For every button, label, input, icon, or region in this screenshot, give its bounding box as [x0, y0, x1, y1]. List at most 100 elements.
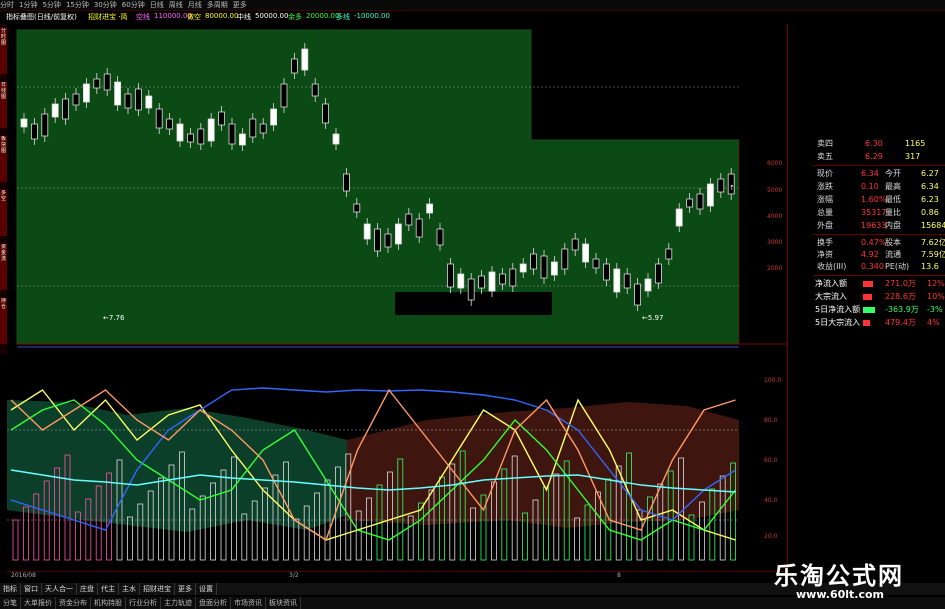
candle-body	[405, 213, 413, 226]
candle-body	[166, 118, 174, 130]
indicator-tab[interactable]: 更多	[175, 583, 196, 595]
info-nav-tab[interactable]: 行业分析	[126, 597, 161, 609]
quote-panel: 卖四 6.30 1165 卖五 6.29 317 现价 6.34 今开 6.27 涨跌 0…	[813, 138, 945, 338]
candle-body	[311, 83, 319, 97]
candle-body	[51, 103, 59, 118]
info-nav-tab[interactable]: 市场资讯	[231, 597, 266, 609]
period-tab[interactable]: 1分钟	[19, 0, 37, 10]
candle-body	[249, 118, 257, 138]
mid-line-label: 中线	[237, 13, 251, 21]
candle-body	[530, 253, 537, 270]
period-tab[interactable]: 更多	[233, 0, 247, 10]
info-nav-tab[interactable]: 盘面分析	[196, 597, 231, 609]
info-nav-tab[interactable]: 大单报价	[21, 597, 56, 609]
rest-line-value: 20000.00	[306, 12, 340, 20]
ind-tick-0: 100.0	[764, 377, 781, 384]
short-line-label: 空线	[136, 13, 150, 21]
left-tab[interactable]: 日线图	[0, 82, 7, 128]
indicator-tab[interactable]: 主水	[119, 583, 140, 595]
watermark-url: www.60lt.com	[796, 588, 885, 601]
info-nav-tab[interactable]: 资金分布	[56, 597, 91, 609]
quote-l2: PE(动)	[885, 262, 910, 271]
quote-v2: 13.6	[921, 262, 939, 271]
quote-v2: 15684	[921, 221, 945, 230]
zero-line-value: 80000.00	[205, 12, 239, 20]
left-tab-strip: 分时图日线图板块图多空资金流持仓	[0, 24, 7, 354]
candle-body	[83, 83, 90, 103]
ask4-vol: 1165	[905, 139, 926, 148]
left-tab[interactable]: 资金流	[0, 244, 7, 290]
info-nav-tab[interactable]: 分笔	[0, 597, 21, 609]
flow-value: 479.4万	[885, 318, 916, 327]
quote-l1: 总量	[817, 208, 833, 217]
quote-l1: 净资	[817, 250, 833, 259]
quote-v1: 0.10	[861, 182, 879, 191]
candle-body	[623, 273, 631, 289]
indicator-tab[interactable]: 窗口	[21, 583, 42, 595]
info-nav-tab[interactable]: 板块资讯	[266, 597, 301, 609]
ask5-price: 6.29	[865, 152, 883, 161]
indicator-tab[interactable]: 天人合一	[42, 583, 77, 595]
candle-body	[603, 263, 610, 281]
candle-body	[384, 233, 392, 248]
quote-l1: 外盘	[817, 221, 833, 230]
left-tab[interactable]: 板块图	[0, 136, 7, 182]
indicator-tab[interactable]: 指标	[0, 583, 21, 595]
candle-body	[509, 268, 517, 287]
indicator-tab[interactable]: 设置	[196, 583, 217, 595]
indicator-panel[interactable]: 100.0 80.0 60.0 40.0 20.0	[7, 360, 787, 570]
period-tab[interactable]: 日线	[150, 0, 164, 10]
left-tab[interactable]: 分时图	[0, 28, 7, 74]
time-tick-0: 2016/08	[11, 572, 36, 579]
candle-body	[176, 123, 184, 142]
candle-body	[634, 283, 641, 306]
indicator-tab[interactable]: 招财进宝	[140, 583, 175, 595]
candle-body	[613, 268, 621, 293]
quote-row: 换手 0.47% 股本 7.62亿	[813, 237, 945, 249]
info-nav-tab[interactable]: 机构持股	[91, 597, 126, 609]
period-tab[interactable]: 15分钟	[66, 0, 89, 10]
candle-body	[582, 243, 589, 263]
left-tab[interactable]: 多空	[0, 190, 7, 236]
zero-line-label: 做空	[187, 13, 201, 21]
period-tab[interactable]: 月线	[188, 0, 202, 10]
candle-body	[498, 273, 506, 285]
left-tab[interactable]: 持仓	[0, 298, 7, 344]
flow-row: 大宗流入 228.6万 10%	[813, 291, 945, 303]
candle-body	[675, 208, 683, 227]
candle-body	[644, 278, 652, 292]
flow-bar	[863, 320, 870, 326]
flow-row: 5日净流入额 -363.9万 -3%	[813, 304, 945, 316]
period-tab[interactable]: 30分钟	[94, 0, 117, 10]
ask5-vol: 317	[905, 152, 921, 161]
candle-body	[155, 108, 163, 129]
indicator-tab[interactable]: 庄盘	[77, 583, 98, 595]
rest-line-label: 余多	[288, 13, 302, 21]
quote-v1: 0.47%	[861, 238, 887, 247]
flow-pct: 12%	[927, 279, 945, 288]
period-tab[interactable]: 60分钟	[122, 0, 145, 10]
time-tick-1: 3/2	[289, 572, 299, 579]
period-tab[interactable]: 5分钟	[42, 0, 60, 10]
candle-body	[415, 218, 423, 238]
info-nav-tab[interactable]: 主力轨迹	[161, 597, 196, 609]
price-tick-1: 5000	[767, 187, 782, 194]
flow-row: 净流入额 271.0万 12%	[813, 278, 945, 290]
candlestick-chart[interactable]: ←7.76 ←5.97 ↑ 6000 5000 4000 3000 2000	[7, 24, 787, 354]
flow-value: 228.6万	[885, 292, 916, 301]
candle-body	[197, 128, 205, 145]
indicator-name[interactable]: 招财进宝 ·简	[88, 12, 127, 22]
candle-body	[270, 108, 278, 126]
indicator-tab[interactable]: 代主	[98, 583, 119, 595]
candle-body	[332, 133, 340, 145]
quote-v2: 6.23	[921, 195, 939, 204]
period-tab[interactable]: 分时	[0, 0, 14, 10]
candle-body	[363, 223, 371, 240]
flow-label: 大宗流入	[815, 292, 847, 301]
period-tab[interactable]: 多周期	[207, 0, 228, 10]
period-tab[interactable]: 周线	[169, 0, 183, 10]
candle-body	[519, 263, 527, 273]
candle-body	[665, 248, 673, 260]
candle-body	[478, 275, 486, 289]
quote-l2: 股本	[885, 238, 901, 247]
